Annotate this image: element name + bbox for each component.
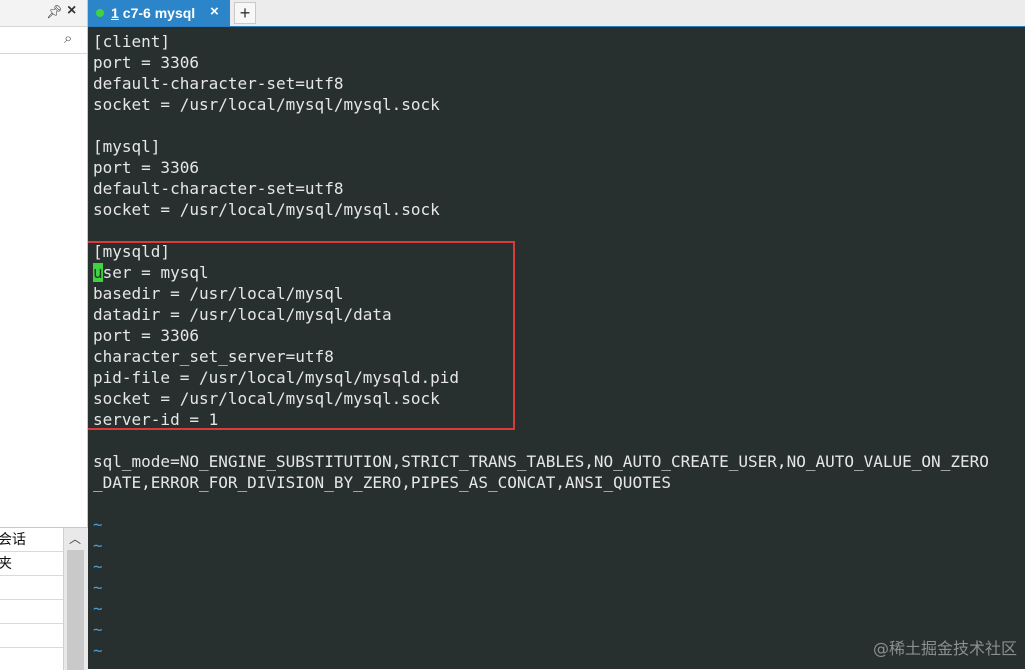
terminal-output: [client] port = 3306 default-character-set… bbox=[93, 31, 989, 661]
watermark: @稀土掘金技术社区 bbox=[872, 639, 1017, 658]
terminal-line: datadir = /usr/local/mysql/data bbox=[93, 305, 392, 324]
list-item[interactable] bbox=[0, 576, 63, 600]
text-cursor: u bbox=[93, 263, 103, 282]
scrollbar-thumb[interactable] bbox=[67, 550, 84, 670]
session-list: 会话 夹 ︿ bbox=[0, 527, 88, 670]
close-icon[interactable]: × bbox=[67, 2, 76, 20]
close-tab-icon[interactable]: × bbox=[210, 3, 219, 20]
terminal-line: [mysqld] bbox=[93, 242, 171, 261]
terminal-line: port = 3306 bbox=[93, 53, 199, 72]
list-item[interactable] bbox=[0, 624, 63, 648]
terminal-line: default-character-set=utf8 bbox=[93, 179, 344, 198]
search-icon[interactable]: ⌕ bbox=[64, 30, 72, 47]
terminal-line-text: ser = mysql bbox=[102, 263, 209, 282]
terminal-line: sql_mode=NO_ENGINE_SUBSTITUTION,STRICT_T… bbox=[93, 452, 989, 471]
terminal-line: [mysql] bbox=[93, 137, 161, 156]
terminal-line: [client] bbox=[93, 32, 171, 51]
terminal-line: ~ bbox=[93, 557, 103, 576]
sidebar-header: 📌︎ × bbox=[0, 0, 87, 27]
chevron-up-icon[interactable]: ︿ bbox=[69, 530, 81, 547]
terminal-line: pid-file = /usr/local/mysql/mysqld.pid bbox=[93, 368, 460, 387]
terminal-line: ~ bbox=[93, 599, 103, 618]
tab-bar: 1 c7-6 mysql × + bbox=[88, 0, 1025, 27]
terminal-line: basedir = /usr/local/mysql bbox=[93, 284, 344, 303]
add-tab-button[interactable]: + bbox=[234, 2, 256, 24]
terminal-line: ~ bbox=[93, 641, 103, 660]
terminal-line: ~ bbox=[93, 620, 103, 639]
scrollbar[interactable]: ︿ bbox=[63, 528, 88, 670]
terminal-pane[interactable]: [client] port = 3306 default-character-set… bbox=[88, 27, 1025, 669]
tab-number: 1 bbox=[111, 5, 119, 21]
terminal-line: ~ bbox=[93, 578, 103, 597]
terminal-line: socket = /usr/local/mysql/mysql.sock bbox=[93, 389, 440, 408]
list-item[interactable] bbox=[0, 600, 63, 624]
session-search-input[interactable]: ⌕ bbox=[0, 27, 87, 54]
tab-title: c7-6 mysql bbox=[122, 5, 196, 21]
terminal-line: socket = /usr/local/mysql/mysql.sock bbox=[93, 95, 440, 114]
terminal-line: socket = /usr/local/mysql/mysql.sock bbox=[93, 200, 440, 219]
terminal-line: default-character-set=utf8 bbox=[93, 74, 344, 93]
list-item[interactable]: 会话 bbox=[0, 528, 63, 552]
tab-session[interactable]: 1 c7-6 mysql × bbox=[88, 0, 230, 26]
terminal-line: ~ bbox=[93, 536, 103, 555]
session-sidebar: 📌︎ × ⌕ 会话 夹 ︿ bbox=[0, 0, 88, 670]
terminal-line: _DATE,ERROR_FOR_DIVISION_BY_ZERO,PIPES_A… bbox=[93, 473, 671, 492]
pin-icon[interactable]: 📌︎ bbox=[46, 4, 63, 20]
terminal-line: user = mysql bbox=[93, 262, 989, 283]
terminal-line: ~ bbox=[93, 515, 103, 534]
terminal-line: port = 3306 bbox=[93, 326, 199, 345]
list-item[interactable]: 夹 bbox=[0, 552, 63, 576]
terminal-line: server-id = 1 bbox=[93, 410, 219, 429]
terminal-line: port = 3306 bbox=[93, 158, 199, 177]
connected-status-icon bbox=[96, 9, 104, 17]
terminal-line: character_set_server=utf8 bbox=[93, 347, 334, 366]
